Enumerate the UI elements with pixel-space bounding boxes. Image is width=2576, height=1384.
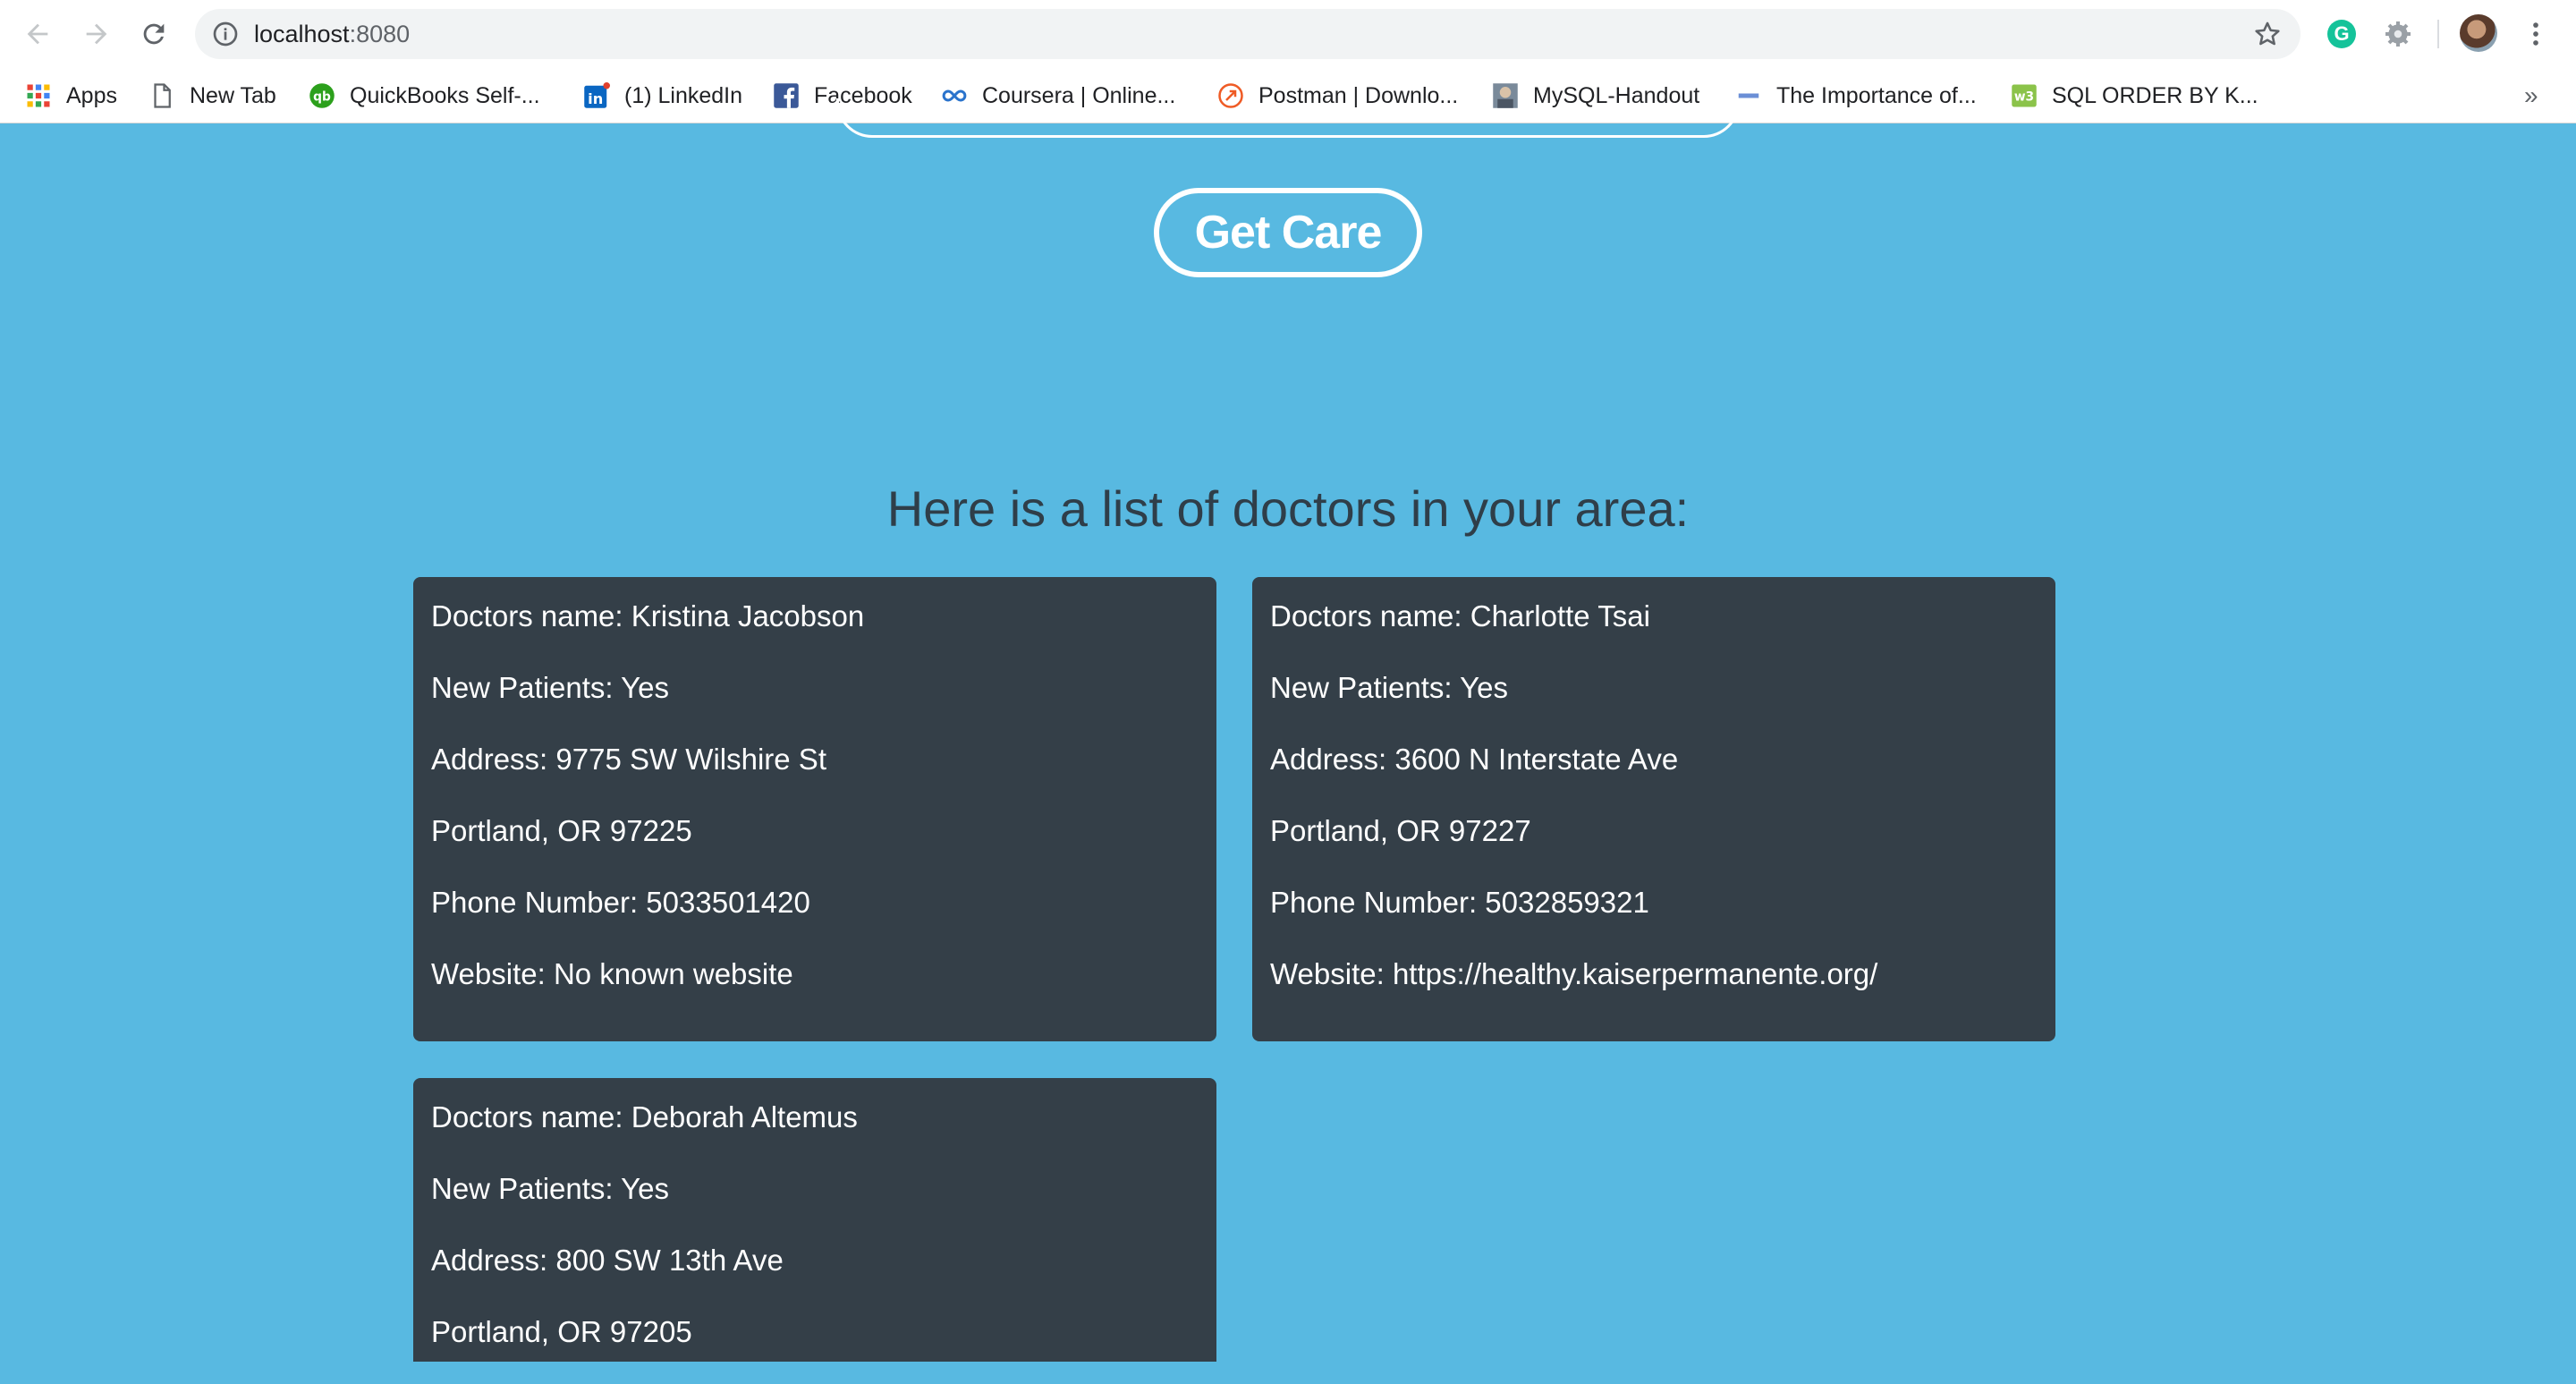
doctor-card: Doctors name: Kristina Jacobson New Pati… xyxy=(413,577,1216,1041)
profile-avatar[interactable] xyxy=(2460,14,2497,52)
bookmark-label: QuickBooks Self-... xyxy=(350,82,540,108)
bookmark-new-tab[interactable]: New Tab xyxy=(148,68,276,123)
grammarly-extension[interactable]: G xyxy=(2323,15,2360,53)
bookmark-label: SQL ORDER BY K... xyxy=(2052,82,2258,108)
doctor-card: Doctors name: Deborah Altemus New Patien… xyxy=(413,1078,1216,1362)
w3schools-icon: w3 xyxy=(2012,84,2037,107)
doctor-city: Portland, OR 97225 xyxy=(431,814,692,847)
bookmark-label: New Tab xyxy=(190,82,276,108)
arrow-left-icon xyxy=(27,23,48,45)
facebook-icon xyxy=(774,83,799,108)
doctor-name: Doctors name: Charlotte Tsai xyxy=(1270,599,1650,633)
doctor-city: Portland, OR 97227 xyxy=(1270,814,1531,847)
url-port: :8080 xyxy=(349,21,411,47)
doctor-address: Address: 800 SW 13th Ave xyxy=(431,1244,784,1277)
extension-button[interactable] xyxy=(2379,15,2417,53)
more-bookmarks-button[interactable]: » xyxy=(2524,68,2538,123)
apps-grid-icon xyxy=(27,84,50,107)
svg-text:qb: qb xyxy=(313,90,331,105)
info-icon[interactable] xyxy=(211,20,240,48)
bookmark-quickbooks[interactable]: qb QuickBooks Self-... xyxy=(309,68,540,123)
page-icon xyxy=(154,83,171,108)
doctor-new-patients: New Patients: Yes xyxy=(1270,671,1508,704)
doctor-card: Doctors name: Charlotte Tsai New Patient… xyxy=(1252,577,2055,1041)
linkedin-icon: in xyxy=(584,82,610,108)
bookmark-importance[interactable]: The Importance of... xyxy=(1735,68,1977,123)
url-text: localhost:8080 xyxy=(254,9,410,59)
bookmark-apps[interactable]: Apps xyxy=(25,68,117,123)
forward-button[interactable] xyxy=(75,13,118,55)
more-menu-icon[interactable] xyxy=(2521,16,2551,52)
svg-text:in: in xyxy=(588,90,603,107)
get-care-button[interactable]: Get Care xyxy=(1154,188,1422,277)
address-bar[interactable]: localhost:8080 xyxy=(195,9,2301,59)
toolbar-divider xyxy=(2437,20,2439,48)
reload-icon xyxy=(143,23,165,45)
doctor-name: Doctors name: Deborah Altemus xyxy=(431,1100,858,1134)
doctors-list-heading: Here is a list of doctors in your area: xyxy=(886,480,1690,537)
doctor-address: Address: 9775 SW Wilshire St xyxy=(431,743,826,776)
grammarly-icon: G xyxy=(2327,20,2356,48)
reload-button[interactable] xyxy=(132,13,175,55)
doctor-phone: Phone Number: 5033501420 xyxy=(431,886,810,919)
back-button[interactable] xyxy=(16,13,59,55)
doctor-website: Website: No known website xyxy=(431,957,793,990)
bookmark-label: Apps xyxy=(66,82,117,108)
search-box-bottom-edge[interactable] xyxy=(836,98,1740,138)
doctor-city: Portland, OR 97205 xyxy=(431,1315,692,1348)
doctor-new-patients: New Patients: Yes xyxy=(431,671,669,704)
bookmark-label: (1) LinkedIn xyxy=(624,82,743,108)
gear-icon xyxy=(2385,21,2411,47)
svg-text:w3: w3 xyxy=(2014,90,2034,105)
doctor-phone: Phone Number: 5032859321 xyxy=(1270,886,1649,919)
url-host: localhost xyxy=(254,21,350,47)
browser-toolbar: localhost:8080 G xyxy=(0,0,2576,68)
doctor-new-patients: New Patients: Yes xyxy=(431,1172,669,1205)
doctor-address: Address: 3600 N Interstate Ave xyxy=(1270,743,1679,776)
quickbooks-icon: qb xyxy=(309,83,335,108)
bookmark-sql-order-by[interactable]: w3 SQL ORDER BY K... xyxy=(2011,68,2258,123)
bookmark-label: The Importance of... xyxy=(1776,82,1977,108)
doctor-website: Website: https://healthy.kaiserpermanent… xyxy=(1270,957,1878,990)
doctor-name: Doctors name: Kristina Jacobson xyxy=(431,599,865,633)
bookmark-star-icon[interactable] xyxy=(2252,19,2283,49)
bookmark-linkedin[interactable]: in (1) LinkedIn xyxy=(583,68,742,123)
arrow-right-icon xyxy=(86,23,107,45)
